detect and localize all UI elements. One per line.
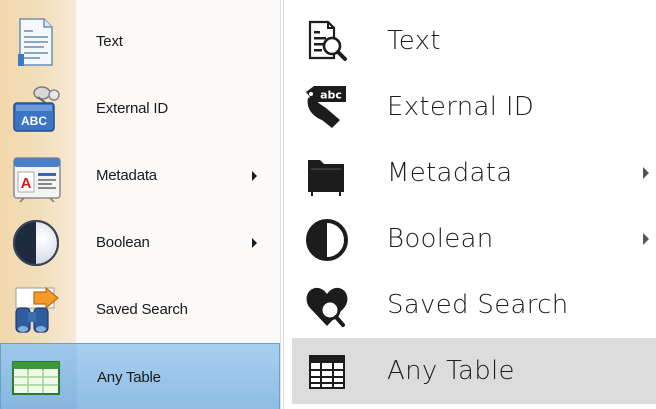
- old-menu-item-label: Boolean: [96, 234, 150, 251]
- new-menu-item-label: Metadata: [387, 158, 513, 188]
- new-menu-item-text[interactable]: Text: [292, 8, 656, 74]
- svg-text:A: A: [21, 175, 32, 192]
- svg-text:ABC: ABC: [21, 114, 47, 128]
- new-menu-item-metadata[interactable]: Metadata: [292, 140, 656, 206]
- document-magnifier-icon: [302, 18, 352, 66]
- new-menu-item-saved-search[interactable]: Saved Search: [292, 272, 656, 338]
- submenu-arrow-icon: [252, 171, 257, 181]
- old-menu-item-external-id[interactable]: ABC External ID: [0, 75, 280, 142]
- abc-tag-icon: ABC: [6, 83, 64, 135]
- old-menu-item-any-table[interactable]: Any Table: [0, 343, 280, 409]
- folder-icon: [302, 150, 352, 198]
- old-menu-item-text[interactable]: Text: [0, 8, 280, 75]
- new-menu-item-label: Boolean: [387, 224, 494, 254]
- old-menu-item-boolean[interactable]: Boolean: [0, 209, 280, 276]
- half-circle-icon: [6, 217, 64, 269]
- new-context-menu: Text abc External ID Metadata Boolean Sa…: [283, 0, 656, 409]
- old-context-menu: Text ABC External ID A Metadata Boolean …: [0, 0, 281, 409]
- old-menu-item-label: Metadata: [96, 167, 157, 184]
- menu-comparison: Text ABC External ID A Metadata Boolean …: [0, 0, 656, 409]
- abc-tag-icon: abc: [302, 84, 352, 132]
- new-menu-item-label: External ID: [387, 92, 535, 122]
- submenu-arrow-icon: [643, 233, 649, 245]
- old-menu-item-saved-search[interactable]: Saved Search: [0, 276, 280, 343]
- new-menu-item-label: Any Table: [387, 356, 515, 386]
- binoculars-arrow-icon: [6, 284, 64, 336]
- new-menu-item-boolean[interactable]: Boolean: [292, 206, 656, 272]
- new-menu-item-label: Saved Search: [387, 290, 569, 320]
- old-menu-item-label: Text: [96, 33, 123, 50]
- new-menu-item-external-id[interactable]: abc External ID: [292, 74, 656, 140]
- heart-magnifier-icon: [302, 282, 352, 330]
- svg-text:abc: abc: [320, 89, 342, 102]
- new-menu-item-any-table[interactable]: Any Table: [292, 338, 656, 404]
- green-table-icon: [7, 352, 65, 404]
- old-menu-item-label: External ID: [96, 100, 168, 117]
- new-menu-item-label: Text: [387, 26, 441, 56]
- table-grid-icon: [302, 348, 352, 396]
- old-menu-item-metadata[interactable]: A Metadata: [0, 142, 280, 209]
- text-document-icon: [6, 16, 64, 68]
- half-circle-icon: [302, 216, 352, 264]
- submenu-arrow-icon: [643, 167, 649, 179]
- old-menu-item-label: Saved Search: [96, 301, 188, 318]
- old-menu-item-label: Any Table: [97, 369, 161, 386]
- submenu-arrow-icon: [252, 238, 257, 248]
- metadata-card-icon: A: [6, 150, 64, 202]
